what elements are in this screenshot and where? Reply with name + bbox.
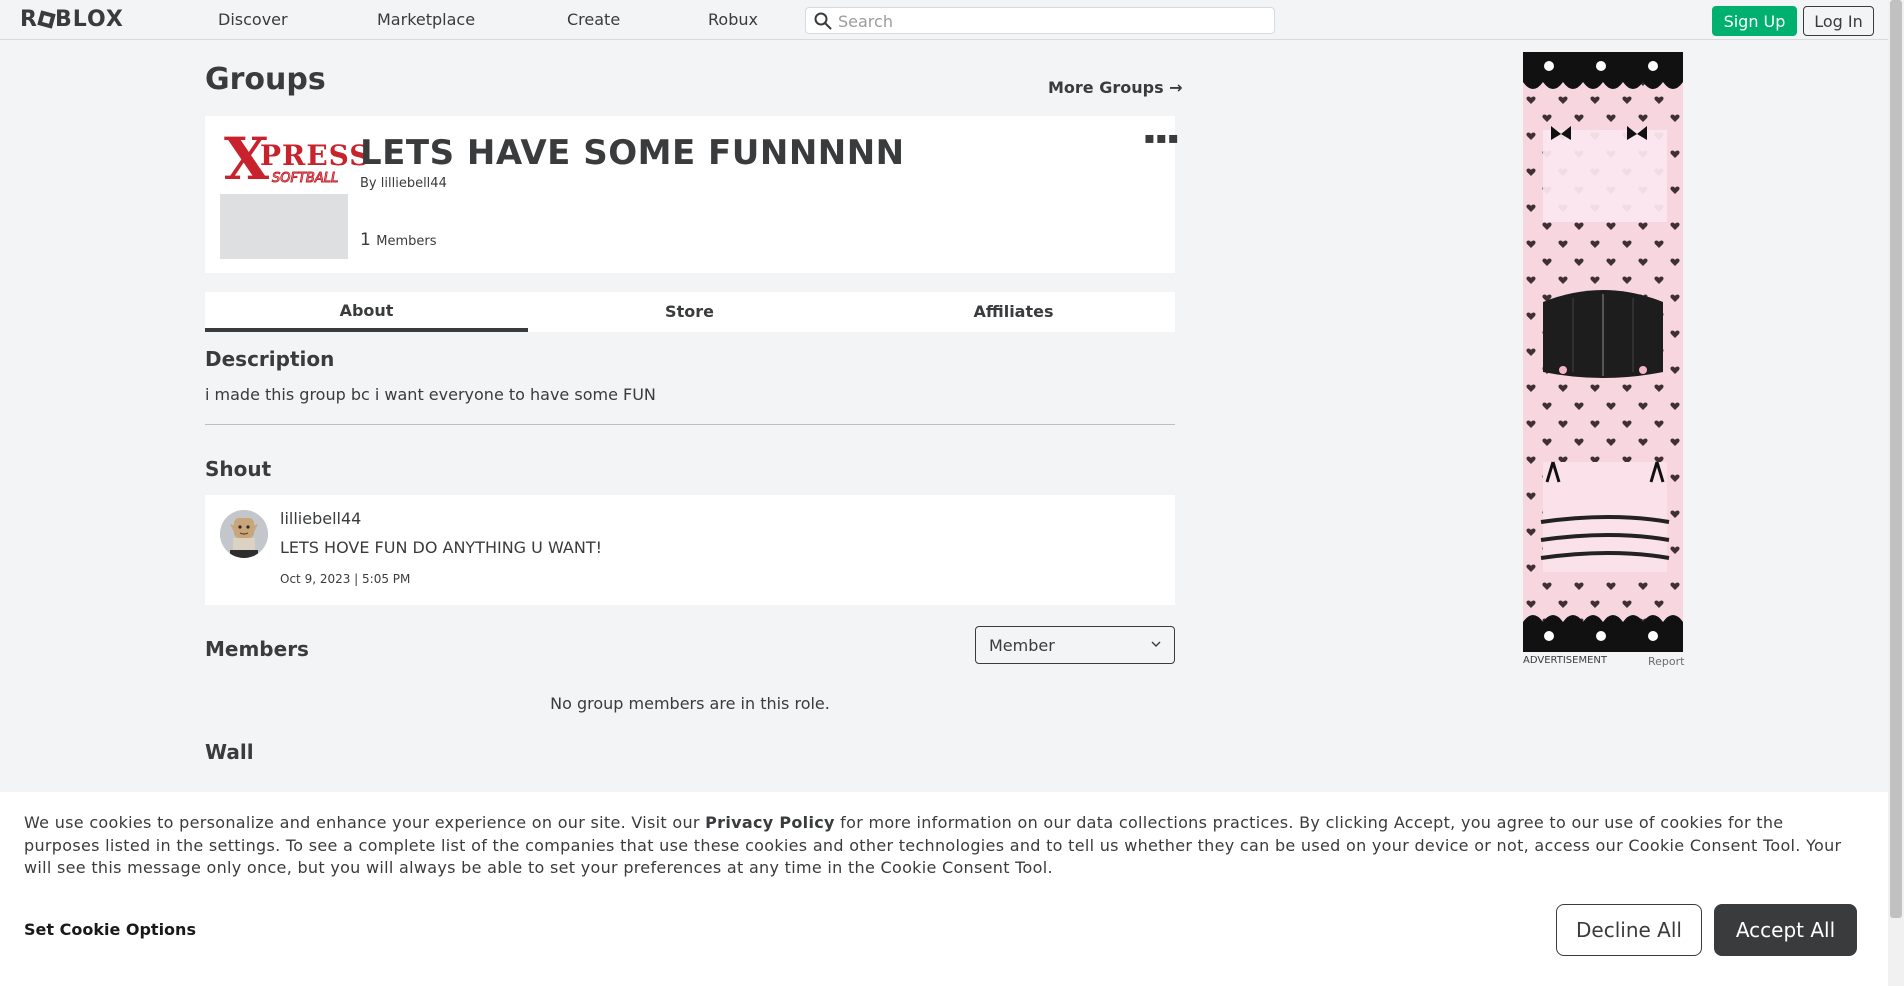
shout-username[interactable]: lilliebell44 — [280, 509, 361, 528]
page-title: Groups — [205, 62, 326, 97]
group-thumbnail-placeholder — [220, 194, 348, 259]
tab-store[interactable]: Store — [528, 292, 851, 332]
description-text: i made this group bc i want everyone to … — [205, 385, 656, 404]
shout-text: LETS HOVE FUN DO ANYTHING U WANT! — [280, 538, 602, 557]
owner-link[interactable]: lilliebell44 — [381, 176, 447, 191]
privacy-policy-link[interactable]: Privacy Policy — [705, 813, 835, 832]
advertisement-banner[interactable] — [1523, 52, 1683, 652]
page-scrollbar[interactable] — [1888, 0, 1904, 986]
wall-heading: Wall — [205, 740, 254, 764]
scrollbar-thumb[interactable] — [1890, 0, 1902, 918]
group-owner: By lilliebell44 — [360, 176, 447, 191]
ad-clothing-image — [1523, 52, 1683, 652]
set-cookie-options-link[interactable]: Set Cookie Options — [24, 920, 196, 939]
tab-about[interactable]: About — [205, 292, 528, 332]
search-input[interactable] — [838, 11, 1258, 31]
cookie-message: We use cookies to personalize and enhanc… — [24, 812, 1854, 880]
avatar-face-icon — [220, 510, 268, 558]
member-count-value: 1 — [360, 230, 371, 250]
members-heading: Members — [205, 637, 309, 661]
group-tabs: About Store Affiliates — [205, 292, 1175, 332]
cookie-text-before: We use cookies to personalize and enhanc… — [24, 813, 706, 832]
shout-date: Oct 9, 2023 | 5:05 PM — [280, 572, 411, 586]
sign-up-button[interactable]: Sign Up — [1712, 6, 1797, 36]
emblem-press: PRESS — [260, 139, 371, 172]
shout-heading: Shout — [205, 457, 272, 481]
advertisement-label: ADVERTISEMENT — [1523, 655, 1608, 666]
nav-create[interactable]: Create — [567, 10, 620, 29]
section-divider — [205, 424, 1175, 425]
role-dropdown-value: Member — [989, 636, 1055, 655]
member-count: 1 Members — [360, 230, 436, 250]
accept-all-button[interactable]: Accept All — [1714, 904, 1857, 956]
roblox-logo[interactable]: R BLOX — [20, 7, 124, 32]
group-emblem: X PRESS SOFTBALL — [220, 129, 370, 191]
log-in-button[interactable]: Log In — [1803, 6, 1874, 36]
owner-prefix: By — [360, 176, 377, 191]
group-name: LETS HAVE SOME FUNNNNN — [360, 133, 905, 173]
chevron-down-icon — [1151, 641, 1161, 647]
more-groups-link[interactable]: More Groups → — [1048, 78, 1183, 97]
no-members-message: No group members are in this role. — [550, 694, 830, 713]
avatar[interactable] — [220, 510, 268, 558]
group-header-card: X PRESS SOFTBALL LETS HAVE SOME FUNNNNN … — [205, 116, 1179, 273]
nav-discover[interactable]: Discover — [218, 10, 288, 29]
emblem-softball: SOFTBALL — [271, 171, 339, 187]
nav-robux[interactable]: Robux — [708, 10, 758, 29]
more-options-icon[interactable]: ▪▪▪ — [1144, 128, 1180, 147]
member-count-label: Members — [376, 234, 437, 249]
top-navigation-bar: R BLOX Discover Marketplace Create Robux … — [0, 0, 1888, 40]
search-box — [805, 7, 1275, 34]
cookie-consent-banner: We use cookies to personalize and enhanc… — [0, 792, 1888, 986]
description-heading: Description — [205, 347, 335, 371]
search-icon[interactable] — [814, 12, 832, 30]
shout-card: lilliebell44 LETS HOVE FUN DO ANYTHING U… — [205, 495, 1175, 605]
role-dropdown[interactable]: Member — [975, 626, 1175, 664]
report-ad-link[interactable]: Report — [1648, 655, 1684, 668]
nav-marketplace[interactable]: Marketplace — [377, 10, 475, 29]
tab-affiliates[interactable]: Affiliates — [852, 292, 1175, 332]
decline-all-button[interactable]: Decline All — [1556, 904, 1702, 956]
